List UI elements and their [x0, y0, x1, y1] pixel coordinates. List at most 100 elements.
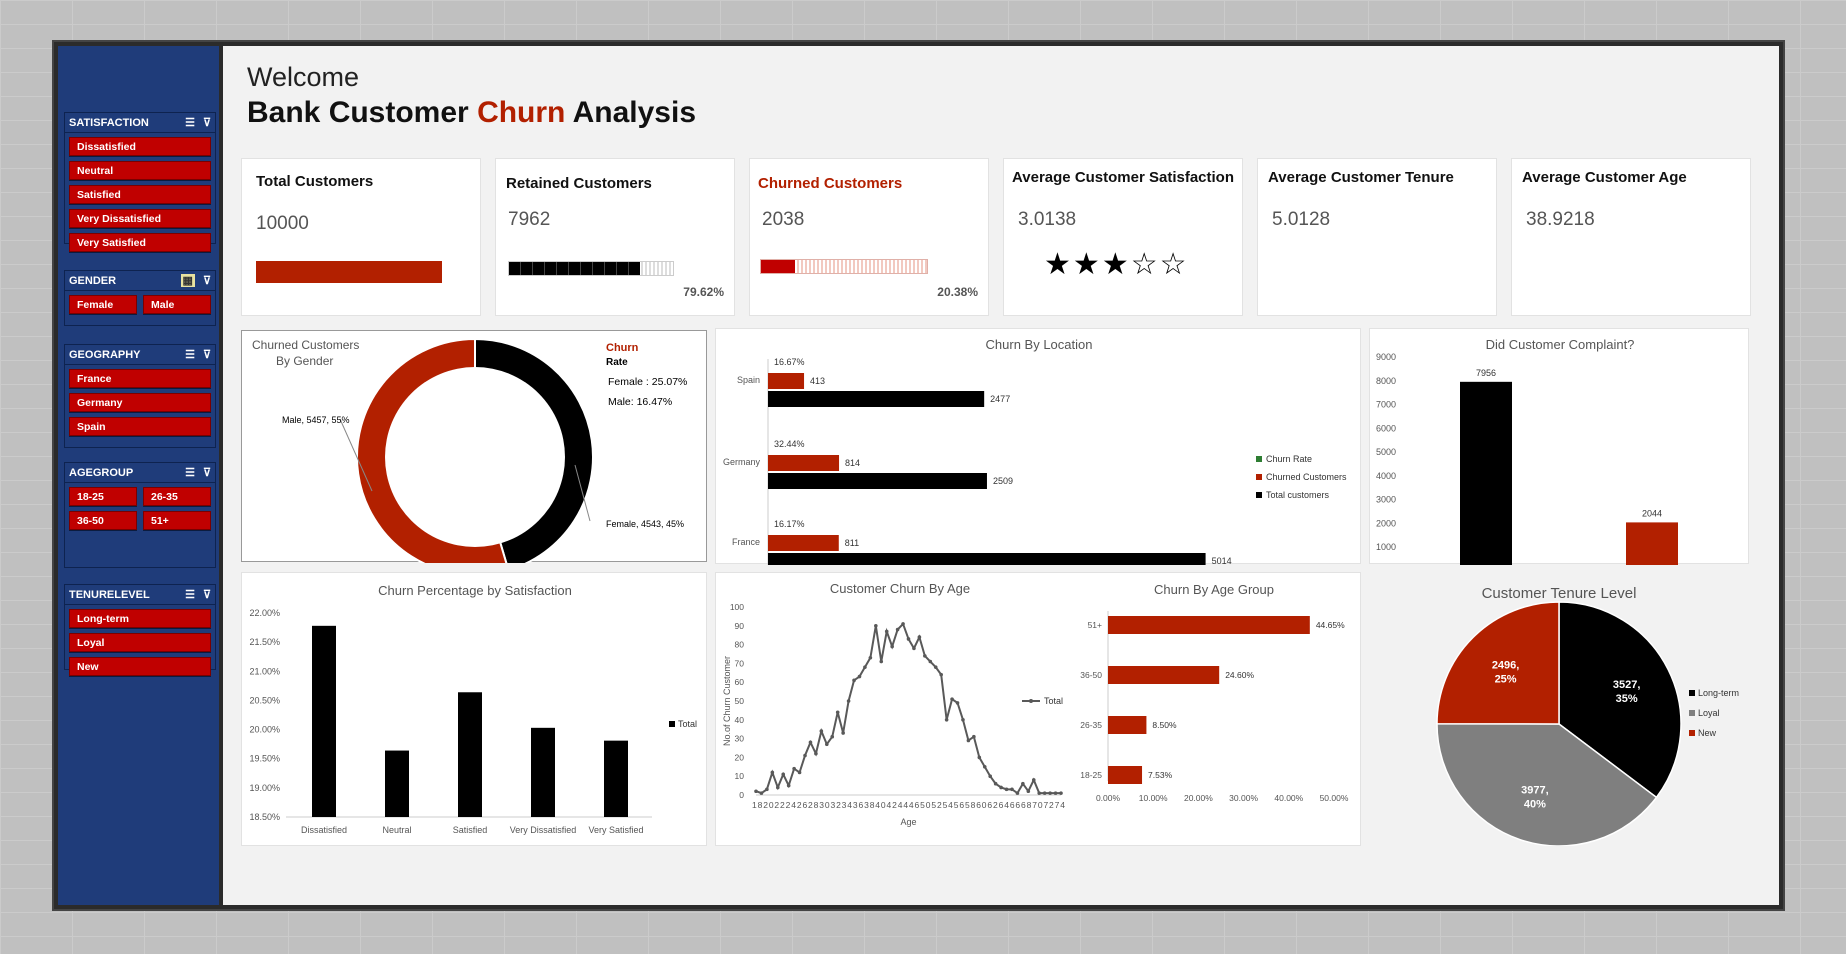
side-title: Churn — [606, 342, 639, 354]
slicer-item-dissatisfied[interactable]: Dissatisfied — [69, 137, 211, 156]
age-point — [874, 624, 878, 628]
satisfaction-bar — [458, 692, 482, 817]
age-point — [852, 678, 856, 683]
slicer-title: SATISFACTION — [69, 116, 149, 129]
slice-percent-label: 40% — [1524, 799, 1546, 811]
bar-value-label: 2044 — [1642, 508, 1662, 518]
x-axis-title: Age — [900, 817, 916, 827]
chart-churn-by-location: Churn By Location Spain 16.67% 413 2477 Germa… — [715, 328, 1361, 577]
age-point — [754, 789, 758, 794]
slicer-item-neutral[interactable]: Neutral — [69, 161, 211, 180]
multi-select-icon[interactable]: ☰ — [185, 348, 195, 361]
bar-value-label: 7.53% — [1148, 770, 1173, 780]
multi-select-icon[interactable]: ▦ — [180, 274, 195, 287]
y-tick-label: 20 — [735, 752, 745, 762]
x-tick-label: 0.00% — [1096, 793, 1121, 803]
age-point — [808, 740, 813, 745]
slicer-item-long-term[interactable]: Long-term — [69, 609, 211, 628]
satisfaction-bar — [604, 740, 628, 817]
slicer-title: TENURELEVEL — [69, 588, 150, 601]
kpi-label: Retained Customers — [506, 175, 652, 192]
y-tick-label: 20.00% — [249, 725, 280, 735]
clear-filter-icon[interactable]: ⊽ — [203, 466, 211, 479]
page-title: Bank Customer Churn Analysis — [247, 96, 696, 130]
multi-select-icon[interactable]: ☰ — [185, 466, 195, 479]
slicer-item-51-plus[interactable]: 51+ — [143, 511, 211, 530]
y-tick-label: 4000 — [1376, 471, 1396, 481]
age-point — [955, 701, 960, 705]
category-label: France — [732, 537, 760, 547]
kpi-value: 7962 — [508, 209, 551, 230]
kpi-bar-fill — [256, 261, 442, 283]
age-point — [912, 646, 916, 651]
slicer-satisfaction: SATISFACTION ☰ ⊽ Dissatisfied Neutral Sat… — [64, 112, 216, 252]
star-rating: ★★★☆☆ — [1044, 247, 1189, 282]
legend-label: Total — [678, 719, 697, 729]
slicer-item-very-satisfied[interactable]: Very Satisfied — [69, 233, 211, 252]
x-tick-label: 40.00% — [1274, 793, 1303, 803]
clear-filter-icon[interactable]: ⊽ — [203, 274, 211, 287]
slicer-title: AGEGROUP — [69, 466, 134, 479]
slicer-item-very-dissatisfied[interactable]: Very Dissatisfied — [69, 209, 211, 228]
kpi-label: Churned Customers — [758, 175, 903, 192]
chart-complaint: Did Customer Complaint? 9000 8000 7000 6000 5… — [1369, 328, 1749, 587]
legend-swatch — [1689, 690, 1695, 696]
x-tick-label: Very Dissatisfied — [510, 825, 577, 835]
legend-marker — [1029, 699, 1033, 703]
slicer-item-loyal[interactable]: Loyal — [69, 633, 211, 652]
age-point — [830, 734, 835, 739]
agegroup-bar — [1108, 766, 1143, 784]
age-point — [961, 718, 965, 722]
kpi-total-customers: Total Customers 10000 — [241, 158, 481, 316]
slicer-title: GEOGRAPHY — [69, 348, 141, 361]
clear-filter-icon[interactable]: ⊽ — [203, 348, 211, 361]
donut-hole — [385, 367, 565, 547]
age-point — [1048, 791, 1052, 795]
main-panel: Welcome Bank Customer Churn Analysis Tot… — [227, 46, 1779, 905]
multi-select-icon[interactable]: ☰ — [185, 588, 195, 601]
age-point — [939, 672, 943, 677]
slicer-item-france[interactable]: France — [69, 369, 211, 388]
rate-label: 32.44% — [774, 439, 805, 449]
category-label: 18-25 — [1080, 770, 1102, 780]
legend-label: New — [1698, 728, 1717, 738]
slicer-item-satisfied[interactable]: Satisfied — [69, 185, 211, 204]
slicer-item-18-25[interactable]: 18-25 — [69, 487, 137, 506]
bar-value-label: 24.60% — [1225, 670, 1254, 680]
slicer-item-germany[interactable]: Germany — [69, 393, 211, 412]
y-tick-label: 22.00% — [249, 608, 280, 618]
kpi-label: Average Customer Satisfaction — [1012, 169, 1235, 186]
age-point — [1053, 791, 1058, 795]
age-point — [999, 785, 1003, 790]
slicer-item-female[interactable]: Female — [69, 295, 137, 314]
x-tick-label: Satisfied — [453, 825, 488, 835]
clear-filter-icon[interactable]: ⊽ — [203, 588, 211, 601]
age-point — [868, 655, 873, 660]
age-point — [841, 731, 845, 735]
slicer-item-spain[interactable]: Spain — [69, 417, 211, 436]
agegroup-bar — [1108, 716, 1147, 734]
age-point — [890, 644, 894, 649]
slicer-item-male[interactable]: Male — [143, 295, 211, 314]
location-bar-svg: Churn By Location Spain 16.67% 413 2477 Germa… — [723, 337, 1347, 577]
legend-label: Total customers — [1266, 490, 1330, 500]
complaint-bar — [1460, 381, 1512, 571]
category-label: Spain — [737, 375, 760, 385]
slicer-item-36-50[interactable]: 36-50 — [69, 511, 137, 530]
bar-value-label: 5014 — [1212, 556, 1232, 565]
slicer-item-new[interactable]: New — [69, 657, 211, 676]
chart-title: Churn By Location — [986, 337, 1093, 352]
slicer-item-26-35[interactable]: 26-35 — [143, 487, 211, 506]
clear-filter-icon[interactable]: ⊽ — [203, 116, 211, 129]
y-tick-label: 0 — [739, 790, 744, 800]
kpi-bar-track — [508, 261, 674, 276]
multi-select-icon[interactable]: ☰ — [185, 116, 195, 129]
age-point — [857, 674, 862, 679]
kpi-label: Total Customers — [256, 173, 374, 190]
y-tick-label: 3000 — [1376, 495, 1396, 505]
age-point — [792, 766, 796, 771]
x-tick-label: Neutral — [382, 825, 411, 835]
category-label: Germany — [723, 457, 761, 467]
total-bar — [768, 473, 987, 489]
total-bar — [768, 553, 1206, 569]
